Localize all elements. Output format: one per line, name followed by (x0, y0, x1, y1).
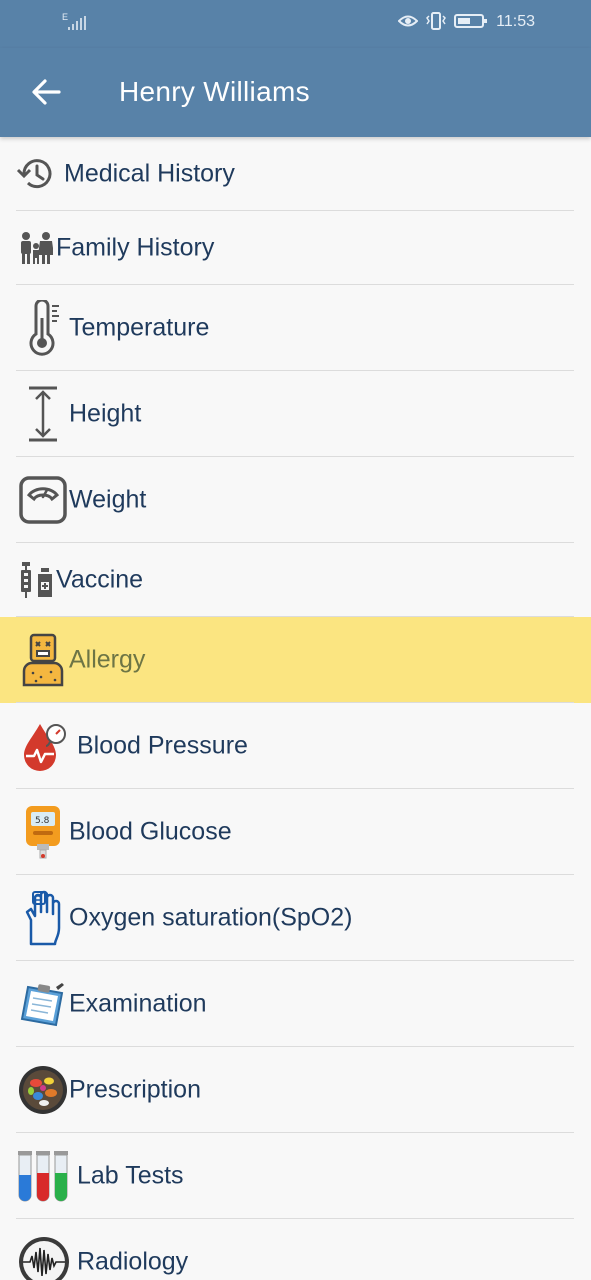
test-tubes-icon (16, 1149, 70, 1203)
glucose-meter-icon: 5.8 (22, 805, 64, 859)
menu-item-temperature[interactable]: Temperature (0, 285, 591, 371)
arrow-left-icon (32, 79, 61, 105)
menu-item-medical-history[interactable]: Medical History (0, 137, 591, 211)
menu-item-lab-tests[interactable]: Lab Tests (0, 1133, 591, 1219)
radiology-icon (18, 1235, 70, 1280)
menu-item-label: Weight (69, 485, 147, 514)
menu-item-weight[interactable]: Weight (0, 457, 591, 543)
signal-icon (68, 16, 86, 30)
menu-item-oxygen-saturation[interactable]: Oxygen saturation(SpO2) (0, 875, 591, 961)
menu-item-allergy[interactable]: Allergy (0, 617, 591, 703)
menu-item-label: Examination (69, 989, 207, 1018)
menu-item-label: Family History (56, 233, 215, 262)
menu-item-vaccine[interactable]: Vaccine (0, 543, 591, 617)
menu-item-label: Height (69, 399, 142, 428)
menu-item-examination[interactable]: Examination (0, 961, 591, 1047)
eye-icon (398, 15, 418, 27)
blood-pressure-icon (18, 719, 70, 773)
family-icon (18, 221, 54, 275)
height-icon (22, 386, 64, 442)
menu-item-label: Oxygen saturation(SpO2) (69, 903, 353, 932)
menu-item-family-history[interactable]: Family History (0, 211, 591, 285)
menu-item-label: Vaccine (56, 565, 144, 594)
menu-item-label: Medical History (64, 159, 235, 188)
vibrate-icon (426, 12, 446, 30)
menu-item-radiology[interactable]: Radiology (0, 1219, 591, 1280)
record-menu: Medical History Family History Temperatu… (0, 137, 591, 1280)
menu-item-blood-pressure[interactable]: Blood Pressure (0, 703, 591, 789)
clipboard-icon (18, 977, 66, 1031)
history-icon (16, 147, 56, 201)
menu-item-blood-glucose[interactable]: 5.8 Blood Glucose (0, 789, 591, 875)
scale-icon (18, 473, 68, 527)
thermometer-icon (20, 300, 64, 356)
menu-item-height[interactable]: Height (0, 371, 591, 457)
app-bar: Henry Williams (0, 48, 591, 137)
pulse-oximeter-icon (22, 890, 64, 946)
menu-item-label: Prescription (69, 1075, 201, 1104)
battery-icon (454, 14, 487, 28)
back-button[interactable] (20, 72, 72, 112)
status-time: 11:53 (496, 13, 535, 30)
page-title: Henry Williams (119, 76, 310, 107)
svg-text:5.8: 5.8 (35, 816, 50, 826)
menu-item-label: Allergy (69, 645, 146, 674)
menu-item-label: Radiology (77, 1247, 189, 1276)
menu-item-label: Lab Tests (77, 1161, 184, 1190)
vaccine-icon (18, 553, 58, 607)
menu-item-label: Blood Glucose (69, 817, 232, 846)
pills-icon (18, 1063, 68, 1117)
menu-item-prescription[interactable]: Prescription (0, 1047, 591, 1133)
menu-item-label: Blood Pressure (77, 731, 248, 760)
allergy-icon (20, 633, 66, 687)
menu-item-label: Temperature (69, 313, 210, 342)
status-bar: E 11:53 (0, 0, 591, 48)
